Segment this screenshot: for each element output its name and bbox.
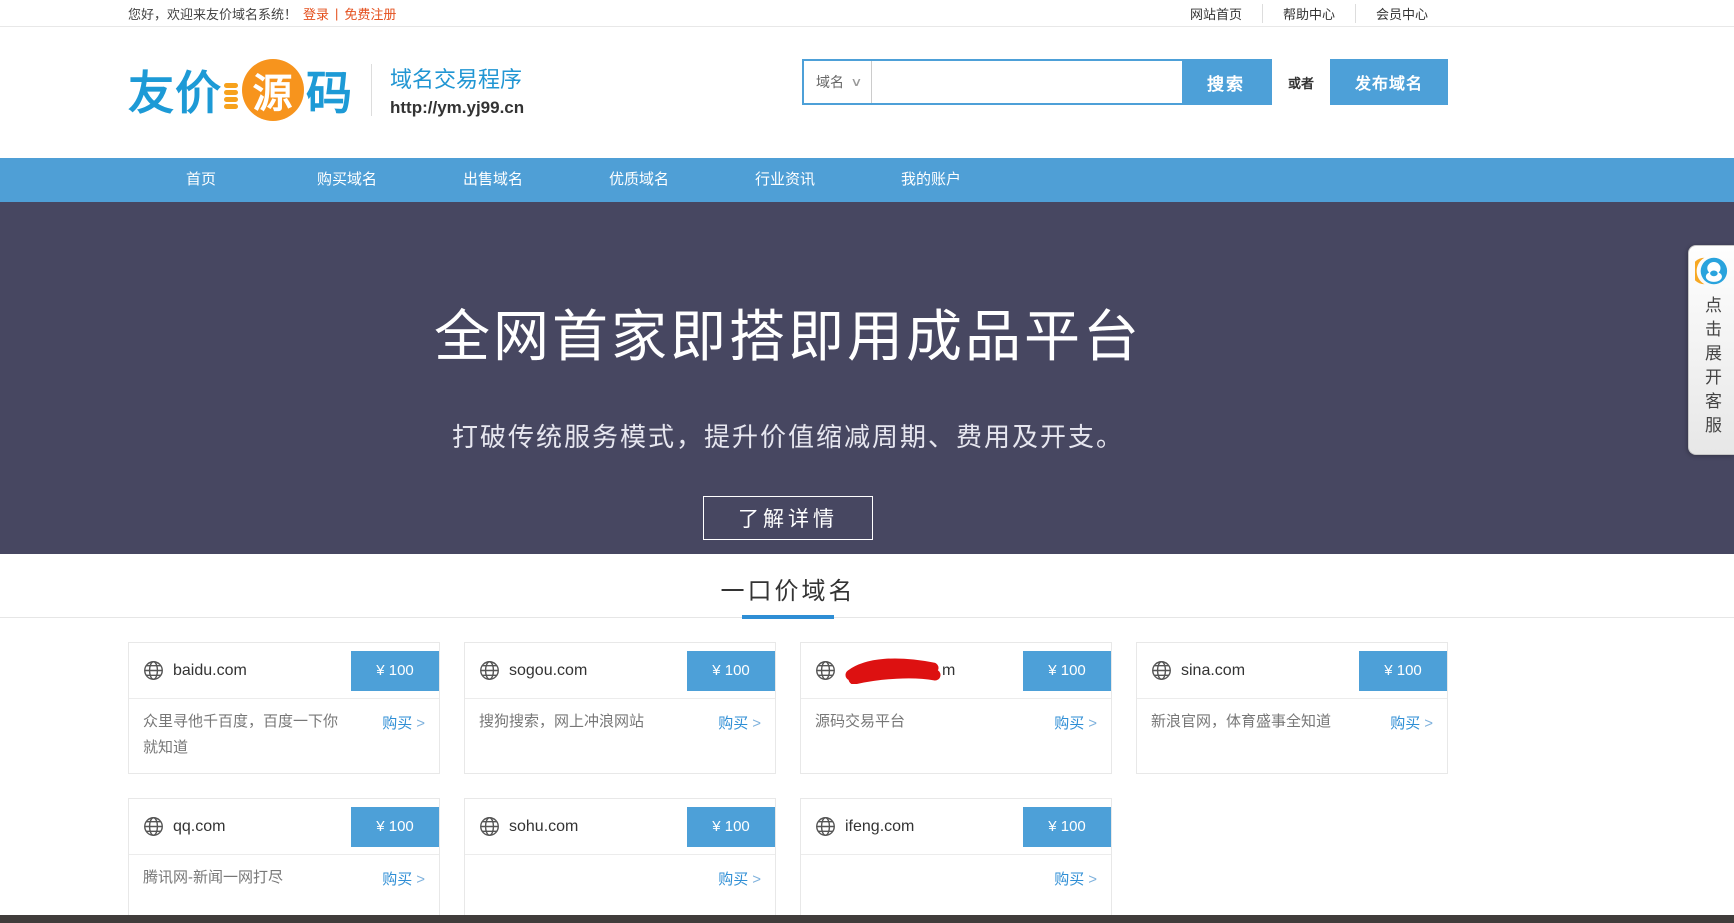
- domain-card-baidu: baidu.com ¥ 100 众里寻他千百度，百度一下你就知道 购买>: [128, 642, 440, 774]
- coin-stack-icon: [224, 71, 238, 109]
- nav-item-industry-news[interactable]: 行业资讯: [712, 158, 858, 202]
- domain-card-qq: qq.com ¥ 100 腾讯网-新闻一网打尽 购买>: [128, 798, 440, 920]
- publish-domain-button[interactable]: 发布域名: [1330, 59, 1448, 105]
- search-input[interactable]: [872, 61, 1182, 103]
- arrow-right-icon: >: [1424, 715, 1433, 732]
- domain-description: 源码交易平台: [815, 709, 1020, 751]
- hero-title: 全网首家即搭即用成品平台: [128, 292, 1448, 373]
- hero-subtitle: 打破传统服务模式，提升价值缩减周期、费用及开支。: [128, 417, 1448, 454]
- price-badge: ¥ 100: [351, 651, 439, 691]
- chevron-down-icon: ∨: [850, 75, 862, 89]
- buy-link[interactable]: 购买>: [1390, 709, 1433, 751]
- globe-icon: [815, 816, 836, 837]
- domain-card-redacted: m ¥ 100 源码交易平台 购买>: [800, 642, 1112, 774]
- topbar-link-home[interactable]: 网站首页: [1170, 4, 1262, 23]
- domain-name: m: [942, 662, 955, 680]
- domain-description: 腾讯网-新闻一网打尽: [143, 865, 348, 907]
- domain-name: qq.com: [173, 818, 225, 836]
- welcome-text: 您好，欢迎来友价域名系统！: [128, 4, 297, 23]
- arrow-right-icon: >: [416, 715, 425, 732]
- section-title-underline: [742, 615, 834, 619]
- buy-link[interactable]: 购买>: [382, 865, 425, 907]
- learn-more-button[interactable]: 了解详情: [703, 496, 873, 540]
- customer-service-tab[interactable]: 点击展开客服: [1688, 245, 1734, 455]
- domain-name: sina.com: [1181, 662, 1245, 680]
- site-tagline: 域名交易程序: [390, 62, 524, 94]
- buy-link[interactable]: 购买>: [382, 709, 425, 761]
- domain-description: [815, 865, 1020, 907]
- buy-link[interactable]: 购买>: [718, 865, 761, 907]
- globe-icon: [143, 816, 164, 837]
- nav-item-my-account[interactable]: 我的账户: [858, 158, 1004, 202]
- site-logo[interactable]: 友价 源 码: [128, 57, 353, 123]
- search-box: 域名 ∨ 搜索: [802, 59, 1272, 105]
- or-label: 或者: [1288, 73, 1314, 92]
- globe-icon: [1151, 660, 1172, 681]
- footer-bar: [0, 915, 1734, 923]
- redaction-scribble: [845, 658, 941, 684]
- main-nav: 首页 购买域名 出售域名 优质域名 行业资讯 我的账户: [0, 158, 1734, 202]
- buy-link[interactable]: 购买>: [1054, 865, 1097, 907]
- logo-text-right: 码: [306, 57, 353, 123]
- search-category-value: 域名: [816, 72, 844, 92]
- search-button[interactable]: 搜索: [1182, 61, 1270, 103]
- domain-card-sohu: sohu.com ¥ 100 购买>: [464, 798, 776, 920]
- site-url: http://ym.yj99.cn: [390, 98, 524, 118]
- section-title: 一口价域名: [721, 554, 856, 606]
- globe-icon: [479, 660, 500, 681]
- domain-name: baidu.com: [173, 662, 247, 680]
- search-category-select[interactable]: 域名 ∨: [804, 61, 872, 103]
- nav-item-home[interactable]: 首页: [128, 158, 274, 202]
- nav-item-premium-domain[interactable]: 优质域名: [566, 158, 712, 202]
- domain-card-grid: baidu.com ¥ 100 众里寻他千百度，百度一下你就知道 购买> sog…: [128, 642, 1448, 920]
- domain-description: 新浪官网，体育盛事全知道: [1151, 709, 1356, 751]
- logo-orange-circle: 源: [242, 59, 304, 121]
- domain-name: sohu.com: [509, 818, 578, 836]
- price-badge: ¥ 100: [687, 651, 775, 691]
- arrow-right-icon: >: [752, 715, 761, 732]
- domain-description: [479, 865, 684, 907]
- price-badge: ¥ 100: [1023, 807, 1111, 847]
- domain-description: 搜狗搜索，网上冲浪网站: [479, 709, 684, 751]
- login-link[interactable]: 登录: [303, 4, 329, 23]
- globe-icon: [479, 816, 500, 837]
- header: 友价 源 码 域名交易程序 http://ym.yj99.cn 域名 ∨ 搜索 …: [0, 27, 1734, 158]
- price-badge: ¥ 100: [351, 807, 439, 847]
- domain-name: sogou.com: [509, 662, 587, 680]
- topbar: 您好，欢迎来友价域名系统！ 登录 | 免费注册 网站首页 帮助中心 会员中心: [0, 0, 1734, 27]
- section-header: 一口价域名: [0, 554, 1734, 618]
- domain-description: 众里寻他千百度，百度一下你就知道: [143, 709, 348, 761]
- domain-name: ifeng.com: [845, 818, 914, 836]
- price-badge: ¥ 100: [1359, 651, 1447, 691]
- arrow-right-icon: >: [1088, 715, 1097, 732]
- domain-card-sina: sina.com ¥ 100 新浪官网，体育盛事全知道 购买>: [1136, 642, 1448, 774]
- register-link[interactable]: 免费注册: [344, 4, 396, 23]
- topbar-link-member[interactable]: 会员中心: [1355, 4, 1448, 23]
- nav-item-buy-domain[interactable]: 购买域名: [274, 158, 420, 202]
- buy-link[interactable]: 购买>: [718, 709, 761, 751]
- qq-icon: [1695, 254, 1729, 288]
- logo-divider: [371, 64, 372, 116]
- price-badge: ¥ 100: [687, 807, 775, 847]
- nav-item-sell-domain[interactable]: 出售域名: [420, 158, 566, 202]
- domain-card-sogou: sogou.com ¥ 100 搜狗搜索，网上冲浪网站 购买>: [464, 642, 776, 774]
- globe-icon: [815, 660, 836, 681]
- topbar-divider: |: [335, 6, 338, 21]
- topbar-link-help[interactable]: 帮助中心: [1262, 4, 1355, 23]
- price-badge: ¥ 100: [1023, 651, 1111, 691]
- buy-link[interactable]: 购买>: [1054, 709, 1097, 751]
- hero-banner: 全网首家即搭即用成品平台 打破传统服务模式，提升价值缩减周期、费用及开支。 了解…: [0, 202, 1734, 554]
- domain-card-ifeng: ifeng.com ¥ 100 购买>: [800, 798, 1112, 920]
- arrow-right-icon: >: [1088, 871, 1097, 888]
- customer-service-label: 点击展开客服: [1699, 296, 1724, 440]
- arrow-right-icon: >: [416, 871, 425, 888]
- arrow-right-icon: >: [752, 871, 761, 888]
- globe-icon: [143, 660, 164, 681]
- logo-text-left: 友价: [128, 57, 222, 123]
